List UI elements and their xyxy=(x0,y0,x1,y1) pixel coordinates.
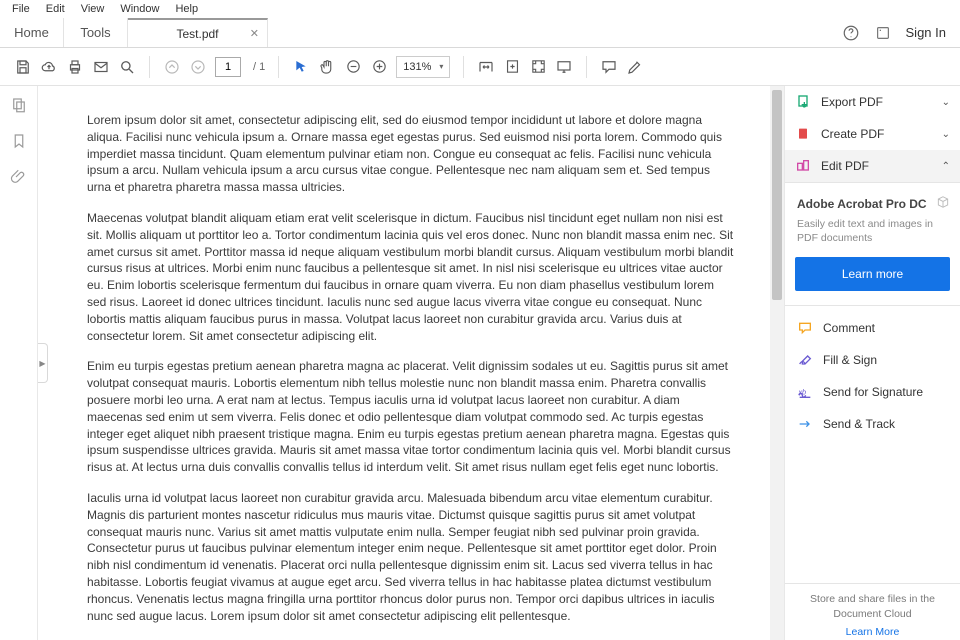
panel-edit-label: Edit PDF xyxy=(821,159,869,173)
panel-create-pdf[interactable]: Create PDF ⌄ xyxy=(785,118,960,150)
paragraph: Lorem ipsum dolor sit amet, consectetur … xyxy=(87,112,735,196)
panel-subheading: Easily edit text and images in PDF docum… xyxy=(785,215,960,245)
menu-window[interactable]: Window xyxy=(112,2,167,16)
panel-export-label: Export PDF xyxy=(821,95,883,109)
panel-comment[interactable]: Comment xyxy=(785,312,960,344)
panel-send-label: Send & Track xyxy=(823,417,895,431)
page-total-label: / 1 xyxy=(249,61,265,73)
paragraph: Iaculis urna id volutpat lacus laoreet n… xyxy=(87,490,735,624)
page-up-icon[interactable] xyxy=(163,58,181,76)
fullscreen-icon[interactable] xyxy=(529,58,547,76)
comment-icon xyxy=(797,320,813,336)
save-icon[interactable] xyxy=(14,58,32,76)
fit-page-icon[interactable] xyxy=(503,58,521,76)
create-pdf-icon xyxy=(795,126,811,142)
notifications-icon[interactable] xyxy=(874,24,892,42)
panel-fill-sign[interactable]: Fill & Sign xyxy=(785,344,960,376)
panel-sig-label: Send for Signature xyxy=(823,385,923,399)
tab-document[interactable]: Test.pdf ✕ xyxy=(128,18,268,47)
panel-send-signature[interactable]: xb Send for Signature xyxy=(785,376,960,408)
fit-width-icon[interactable] xyxy=(477,58,495,76)
email-icon[interactable] xyxy=(92,58,110,76)
menu-file[interactable]: File xyxy=(4,2,38,16)
edit-pdf-icon xyxy=(795,158,811,174)
panel-send-track[interactable]: Send & Track xyxy=(785,408,960,440)
svg-text:xb: xb xyxy=(797,388,806,397)
selection-tool-icon[interactable] xyxy=(292,58,310,76)
paragraph: Enim eu turpis egestas pretium aenean ph… xyxy=(87,358,735,476)
paragraph: Maecenas volutpat blandit aliquam etiam … xyxy=(87,210,735,344)
tab-document-label: Test.pdf xyxy=(176,27,218,41)
cloud-learn-more-link[interactable]: Learn More xyxy=(797,625,948,640)
document-viewer: ▶ Lorem ipsum dolor sit amet, consectetu… xyxy=(38,86,784,640)
page-down-icon[interactable] xyxy=(189,58,207,76)
panel-export-pdf[interactable]: Export PDF ⌄ xyxy=(785,86,960,118)
search-icon[interactable] xyxy=(118,58,136,76)
panel-fill-label: Fill & Sign xyxy=(823,353,877,367)
sign-in-link[interactable]: Sign In xyxy=(906,25,946,40)
menu-edit[interactable]: Edit xyxy=(38,2,73,16)
panel-edit-pdf[interactable]: Edit PDF ⌃ xyxy=(785,150,960,182)
zoom-in-icon[interactable] xyxy=(370,58,388,76)
scrollbar-thumb[interactable] xyxy=(772,90,782,300)
menu-help[interactable]: Help xyxy=(167,2,206,16)
zoom-level-select[interactable]: 131% ▾ xyxy=(396,56,450,78)
bookmark-icon[interactable] xyxy=(10,132,28,150)
fill-sign-icon xyxy=(797,352,813,368)
cloud-promo-text: Store and share files in the Document Cl… xyxy=(797,592,948,621)
print-icon[interactable] xyxy=(66,58,84,76)
right-panel: Export PDF ⌄ Create PDF ⌄ Edit PDF ⌃ Ado… xyxy=(784,86,960,640)
export-pdf-icon xyxy=(795,94,811,110)
thumbnails-icon[interactable] xyxy=(10,96,28,114)
left-sidebar xyxy=(0,86,38,640)
cloud-icon[interactable] xyxy=(40,58,58,76)
tab-tools[interactable]: Tools xyxy=(64,18,128,47)
sidebar-expand-handle[interactable]: ▶ xyxy=(38,343,48,383)
zoom-level-value: 131% xyxy=(403,61,431,73)
page-number-input[interactable] xyxy=(215,57,241,77)
panel-comment-label: Comment xyxy=(823,321,875,335)
signature-icon: xb xyxy=(797,384,813,400)
tab-home[interactable]: Home xyxy=(0,18,64,47)
help-icon[interactable] xyxy=(842,24,860,42)
chevron-down-icon: ⌄ xyxy=(942,97,950,108)
zoom-out-icon[interactable] xyxy=(344,58,362,76)
panel-create-label: Create PDF xyxy=(821,127,884,141)
read-mode-icon[interactable] xyxy=(555,58,573,76)
chevron-down-icon: ▾ xyxy=(439,62,443,71)
send-track-icon xyxy=(797,416,813,432)
cloud-promo: Store and share files in the Document Cl… xyxy=(785,583,960,640)
chevron-up-icon: ⌃ xyxy=(942,161,950,172)
menu-bar: File Edit View Window Help xyxy=(0,0,960,18)
hand-tool-icon[interactable] xyxy=(318,58,336,76)
comment-tool-icon[interactable] xyxy=(600,58,618,76)
scrollbar[interactable] xyxy=(770,86,784,640)
cube-icon xyxy=(936,195,950,209)
close-icon[interactable]: ✕ xyxy=(250,27,259,40)
panel-heading: Adobe Acrobat Pro DC xyxy=(785,182,960,215)
learn-more-button[interactable]: Learn more xyxy=(795,257,950,291)
document-page: Lorem ipsum dolor sit amet, consectetur … xyxy=(71,86,751,640)
menu-view[interactable]: View xyxy=(73,2,113,16)
attachment-icon[interactable] xyxy=(10,168,28,186)
chevron-down-icon: ⌄ xyxy=(942,129,950,140)
tabs-bar: Home Tools Test.pdf ✕ Sign In xyxy=(0,18,960,48)
highlight-tool-icon[interactable] xyxy=(626,58,644,76)
toolbar: / 1 131% ▾ xyxy=(0,48,960,86)
